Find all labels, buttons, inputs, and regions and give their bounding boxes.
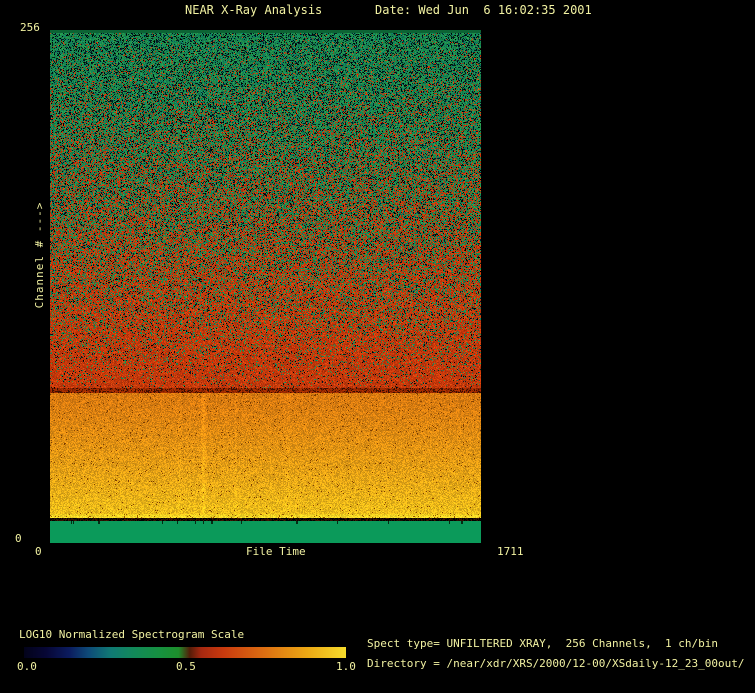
colorbar-title: LOG10 Normalized Spectrogram Scale bbox=[19, 628, 245, 641]
x-axis-max-label: 1711 bbox=[497, 545, 524, 558]
y-axis-min-label: 0 bbox=[15, 532, 22, 545]
x-axis-title: File Time bbox=[246, 545, 306, 558]
page-title: NEAR X-Ray Analysis bbox=[185, 3, 323, 17]
date-label: Date: Wed Jun 6 16:02:35 2001 bbox=[375, 3, 592, 17]
spectrogram-heatmap bbox=[50, 30, 481, 543]
y-axis-title: Channel # ---> bbox=[32, 201, 46, 309]
y-axis-max-label: 256 bbox=[20, 21, 40, 34]
colorbar-tick-05: 0.5 bbox=[176, 660, 196, 673]
near-xray-analysis-screen: { "header": { "title": "NEAR X-Ray Analy… bbox=[0, 0, 755, 693]
directory-label: Directory = /near/xdr/XRS/2000/12-00/XSd… bbox=[367, 657, 745, 670]
x-axis-min-label: 0 bbox=[35, 545, 42, 558]
spect-type-label: Spect type= UNFILTERED XRAY, 256 Channel… bbox=[367, 637, 718, 650]
colorbar bbox=[24, 647, 346, 658]
colorbar-tick-0: 0.0 bbox=[17, 660, 37, 673]
colorbar-tick-1: 1.0 bbox=[336, 660, 356, 673]
